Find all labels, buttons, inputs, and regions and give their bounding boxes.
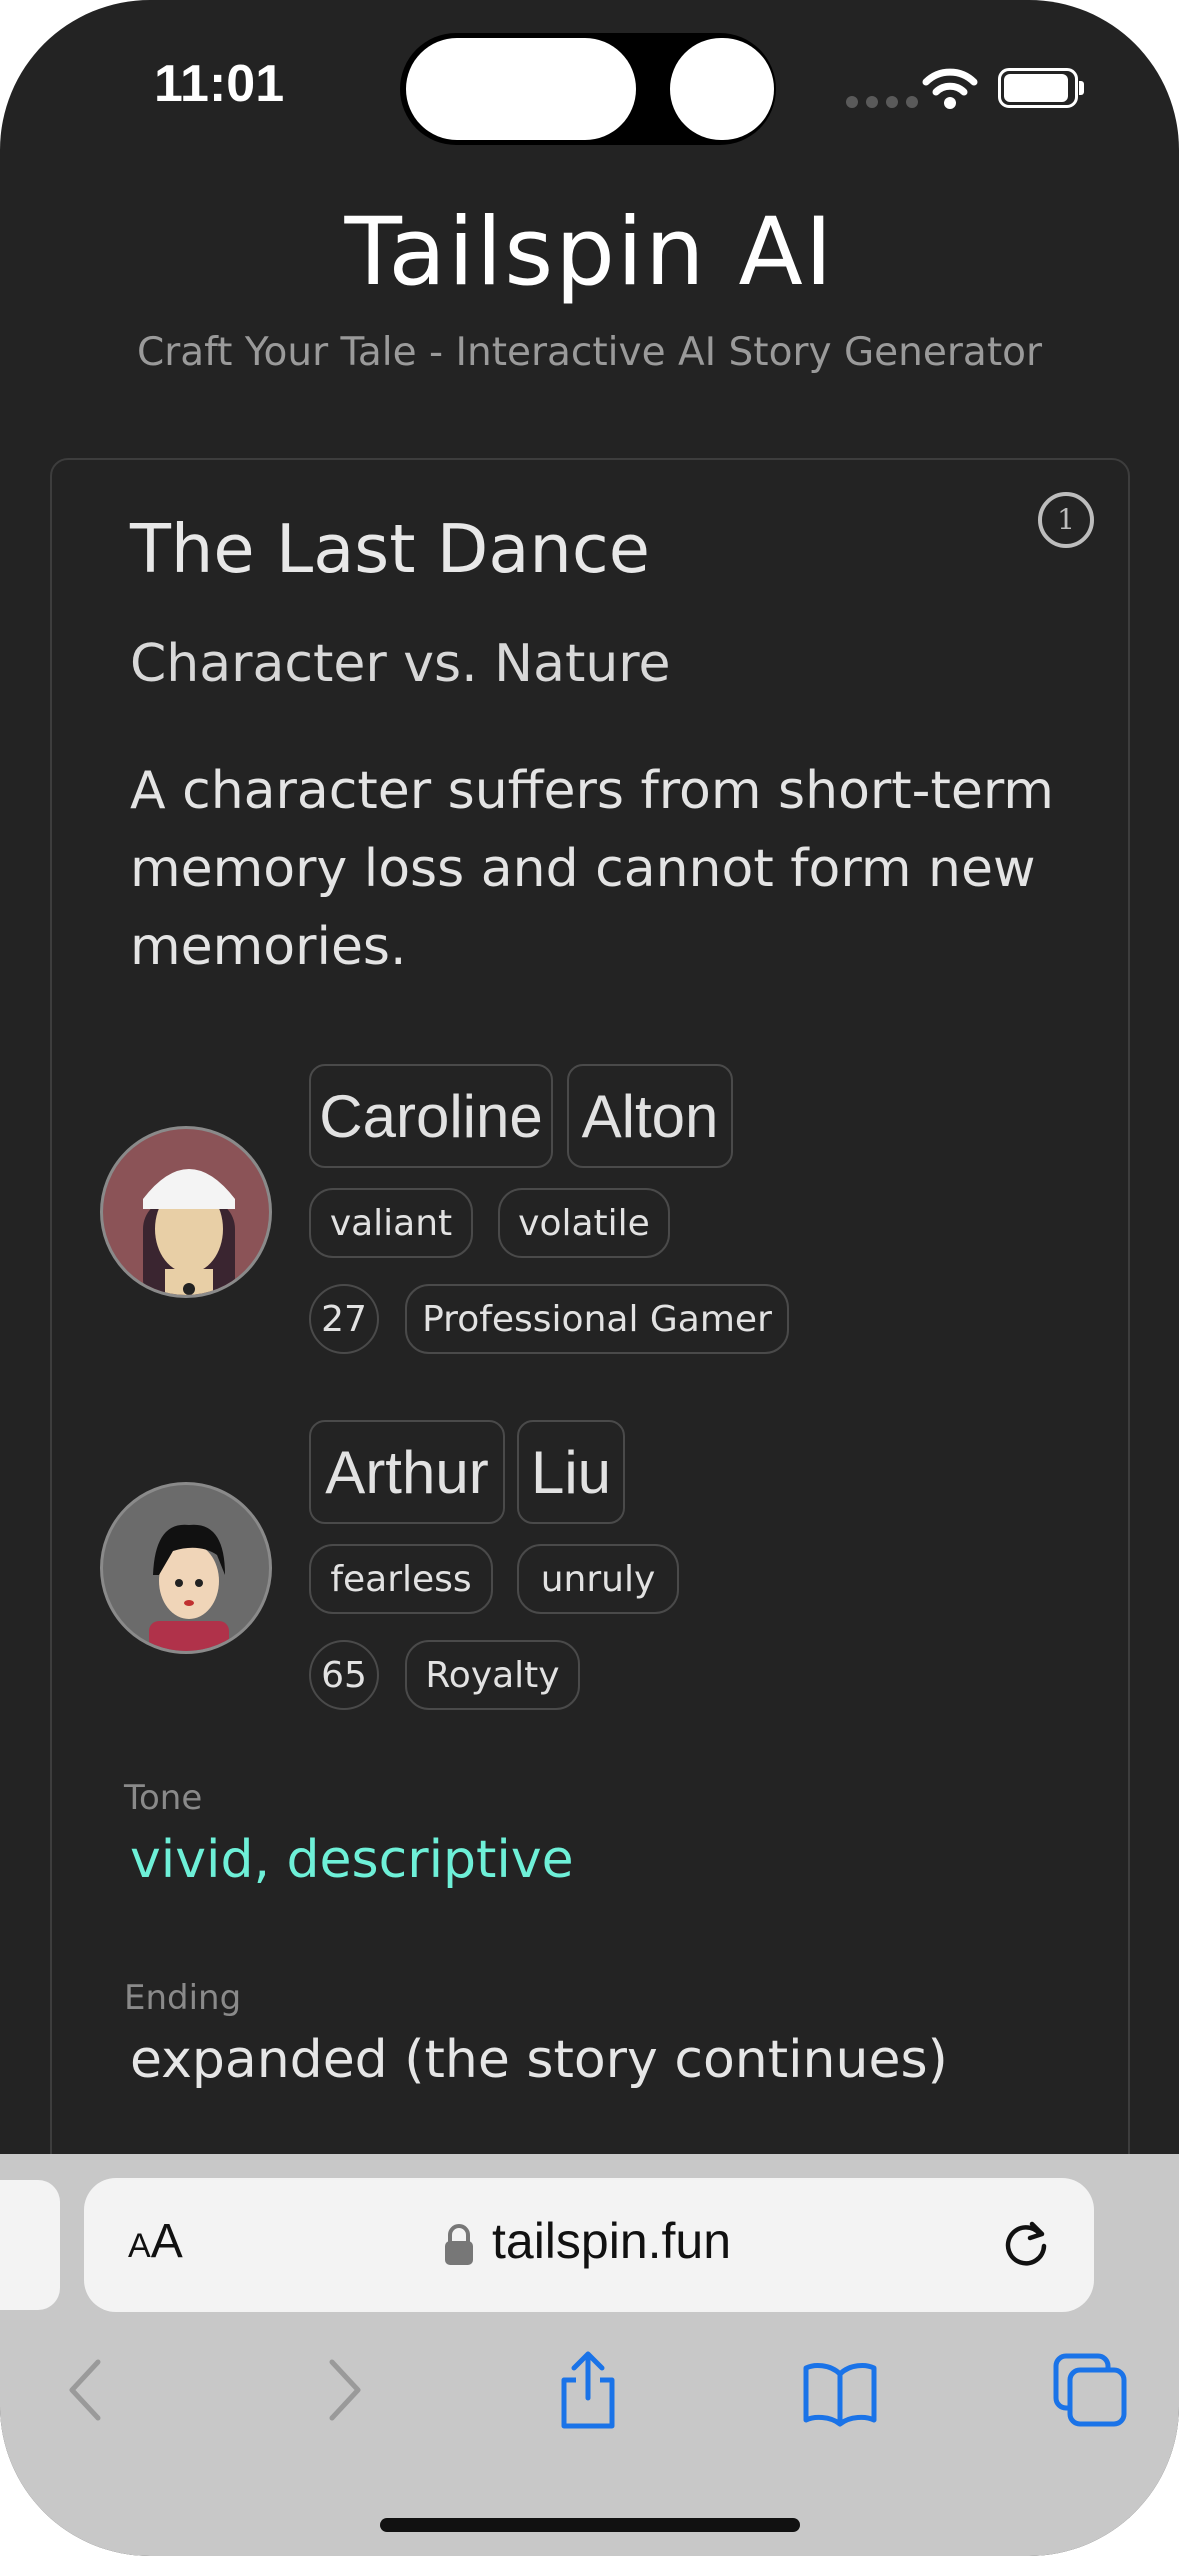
aa-small-label: A <box>128 2227 151 2265</box>
character-last-name: Liu <box>517 1420 625 1524</box>
app-subtitle: Craft Your Tale - Interactive AI Story G… <box>136 330 1043 375</box>
tone-label: Tone <box>124 1778 203 1818</box>
ending-label: Ending <box>124 1978 242 2018</box>
character-trait: unruly <box>517 1544 679 1614</box>
back-icon[interactable] <box>48 2350 128 2430</box>
avatar-illustration-icon <box>143 1169 235 1295</box>
character-age: 27 <box>309 1284 379 1354</box>
character-trait: valiant <box>309 1188 473 1258</box>
character-avatar <box>100 1126 272 1298</box>
character-trait: volatile <box>498 1188 670 1258</box>
status-time: 11:01 <box>154 55 285 113</box>
bookmarks-icon[interactable] <box>800 2350 880 2430</box>
story-number-badge[interactable]: 1 <box>1038 492 1094 548</box>
character-first-name: Caroline <box>309 1064 553 1168</box>
character-first-name: Arthur <box>309 1420 505 1524</box>
island-dot <box>670 38 774 140</box>
character-age: 65 <box>309 1640 379 1710</box>
character-last-name: Alton <box>567 1064 733 1168</box>
home-indicator[interactable] <box>380 2518 800 2532</box>
island-pill <box>406 38 636 140</box>
battery-icon <box>998 68 1084 108</box>
reader-settings-button[interactable]: A A <box>128 2214 183 2278</box>
share-icon[interactable] <box>548 2350 628 2430</box>
aa-big-label: A <box>150 2215 183 2268</box>
url-text[interactable]: tailspin.fun <box>492 2212 731 2270</box>
previous-tab-peek[interactable] <box>0 2180 60 2310</box>
story-conflict: Character vs. Nature <box>130 634 671 694</box>
lock-icon <box>445 2224 473 2265</box>
tone-value: vivid, descriptive <box>130 1830 574 1890</box>
avatar-illustration-icon <box>149 1524 229 1651</box>
wifi-icon <box>922 68 978 109</box>
story-title: The Last Dance <box>130 510 650 588</box>
app-title: Tailspin AI <box>344 198 835 307</box>
character-avatar <box>100 1482 272 1654</box>
cellular-signal-icon <box>846 96 918 108</box>
character-occupation: Royalty <box>405 1640 580 1710</box>
forward-icon[interactable] <box>302 2350 382 2430</box>
character-occupation: Professional Gamer <box>405 1284 789 1354</box>
ending-value: expanded (the story continues) <box>130 2030 948 2090</box>
character-trait: fearless <box>309 1544 493 1614</box>
reload-icon[interactable] <box>998 2216 1054 2272</box>
tabs-icon[interactable] <box>1050 2350 1130 2430</box>
story-premise: A character suffers from short-term memo… <box>130 761 1054 977</box>
app-screen: 11:01 Tailspin AI Craft Your Tale - Inte… <box>0 0 1179 2556</box>
